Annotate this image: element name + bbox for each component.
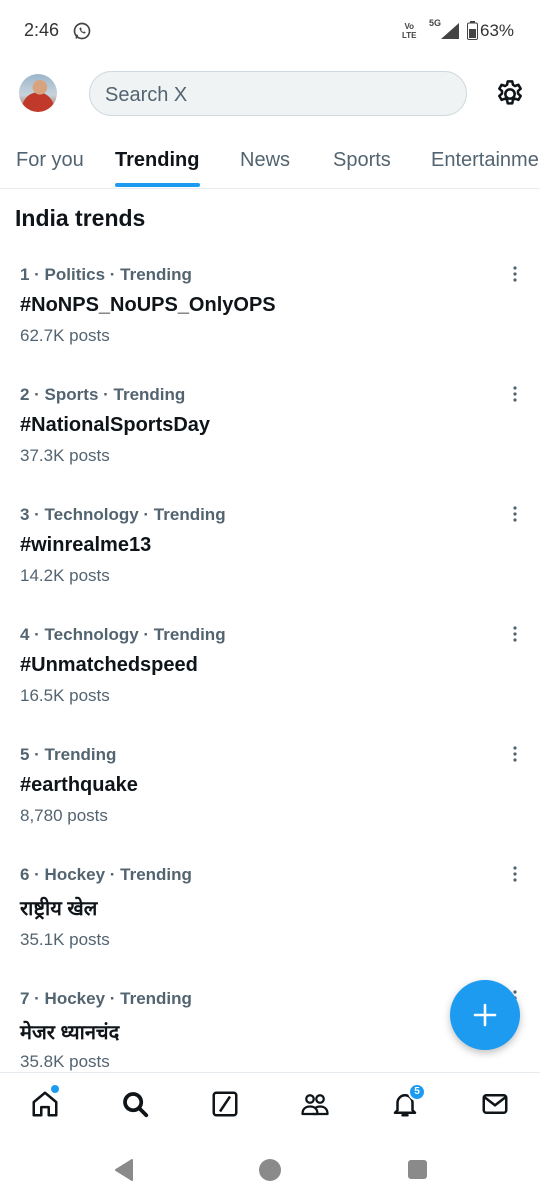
more-options-icon[interactable] bbox=[505, 265, 525, 285]
more-options-icon[interactable] bbox=[505, 865, 525, 885]
battery-icon bbox=[467, 21, 478, 40]
trend-meta: 6 · Hockey · Trending bbox=[20, 865, 192, 884]
tab-entertainment[interactable]: Entertainment bbox=[431, 149, 540, 172]
grok-icon[interactable] bbox=[210, 1089, 240, 1119]
trend-name: #NationalSportsDay bbox=[20, 414, 211, 436]
trend-name: राष्ट्रीय खेल bbox=[20, 898, 98, 920]
trend-posts: 14.2K posts bbox=[20, 566, 110, 585]
trend-meta: 4 · Technology · Trending bbox=[20, 625, 226, 644]
notification-badge: 5 bbox=[408, 1083, 426, 1101]
section-title: India trends bbox=[15, 205, 146, 231]
trend-posts: 8,780 posts bbox=[20, 806, 108, 825]
system-nav-bar bbox=[0, 1140, 540, 1200]
trend-posts: 37.3K posts bbox=[20, 446, 110, 465]
status-time: 2:46 bbox=[24, 20, 60, 40]
tab-bar: For you Trending News Sports Entertainme… bbox=[0, 130, 540, 189]
communities-icon[interactable] bbox=[300, 1089, 330, 1119]
search-placeholder: Search X bbox=[105, 84, 188, 106]
status-bar: 2:46 Vo LTE 5G 63% bbox=[0, 0, 540, 64]
trend-posts: 35.8K posts bbox=[20, 1052, 110, 1071]
tab-sports[interactable]: Sports bbox=[333, 149, 391, 172]
trend-name: #NoNPS_NoUPS_OnlyOPS bbox=[20, 294, 276, 316]
active-tab-indicator bbox=[115, 183, 200, 187]
search-input[interactable]: Search X bbox=[89, 71, 467, 116]
trend-name: #winrealme13 bbox=[20, 534, 152, 556]
trend-meta: 1 · Politics · Trending bbox=[20, 265, 192, 284]
volte-top: Vo bbox=[404, 22, 415, 31]
trend-name: मेजर ध्यानचंद bbox=[20, 1022, 120, 1044]
trend-meta: 3 · Technology · Trending bbox=[20, 505, 226, 524]
trend-item[interactable]: 3 · Technology · Trending #winrealme13 1… bbox=[0, 505, 540, 625]
trend-item[interactable]: 6 · Hockey · Trending राष्ट्रीय खेल 35.1… bbox=[0, 865, 540, 985]
more-options-icon[interactable] bbox=[505, 745, 525, 765]
trend-name: #earthquake bbox=[20, 774, 138, 796]
whatsapp-icon bbox=[73, 22, 91, 40]
search-icon[interactable] bbox=[120, 1089, 150, 1119]
home-unread-dot bbox=[51, 1085, 59, 1093]
messages-icon[interactable] bbox=[480, 1089, 510, 1119]
tab-news[interactable]: News bbox=[240, 149, 290, 172]
volte-indicator: Vo LTE bbox=[402, 22, 417, 40]
more-options-icon[interactable] bbox=[505, 385, 525, 405]
recent-apps-button[interactable] bbox=[408, 1160, 427, 1179]
trend-posts: 16.5K posts bbox=[20, 686, 110, 705]
signal-icon bbox=[441, 23, 459, 39]
settings-icon[interactable] bbox=[494, 78, 526, 110]
trend-item[interactable]: 2 · Sports · Trending #NationalSportsDay… bbox=[0, 385, 540, 505]
more-options-icon[interactable] bbox=[505, 625, 525, 645]
tab-trending[interactable]: Trending bbox=[115, 149, 199, 172]
avatar[interactable] bbox=[19, 74, 57, 112]
system-home-button[interactable] bbox=[259, 1159, 281, 1181]
battery-percent: 63% bbox=[480, 21, 515, 40]
back-icon[interactable] bbox=[114, 1159, 134, 1181]
tab-for-you[interactable]: For you bbox=[16, 149, 84, 172]
compose-button[interactable] bbox=[450, 980, 520, 1050]
trend-item[interactable]: 4 · Technology · Trending #Unmatchedspee… bbox=[0, 625, 540, 745]
more-options-icon[interactable] bbox=[505, 505, 525, 525]
home-icon[interactable] bbox=[30, 1089, 60, 1119]
plus-icon bbox=[473, 1003, 497, 1027]
trend-meta: 7 · Hockey · Trending bbox=[20, 989, 192, 1008]
volte-bottom: LTE bbox=[402, 31, 417, 40]
trend-item[interactable]: 5 · Trending #earthquake 8,780 posts bbox=[0, 745, 540, 865]
trend-name: #Unmatchedspeed bbox=[20, 654, 198, 676]
trend-item[interactable]: 1 · Politics · Trending #NoNPS_NoUPS_Onl… bbox=[0, 265, 540, 385]
bottom-nav: 5 bbox=[0, 1072, 540, 1140]
trend-posts: 62.7K posts bbox=[20, 326, 110, 345]
trend-posts: 35.1K posts bbox=[20, 930, 110, 949]
trend-meta: 5 · Trending bbox=[20, 745, 117, 764]
trend-meta: 2 · Sports · Trending bbox=[20, 385, 186, 404]
